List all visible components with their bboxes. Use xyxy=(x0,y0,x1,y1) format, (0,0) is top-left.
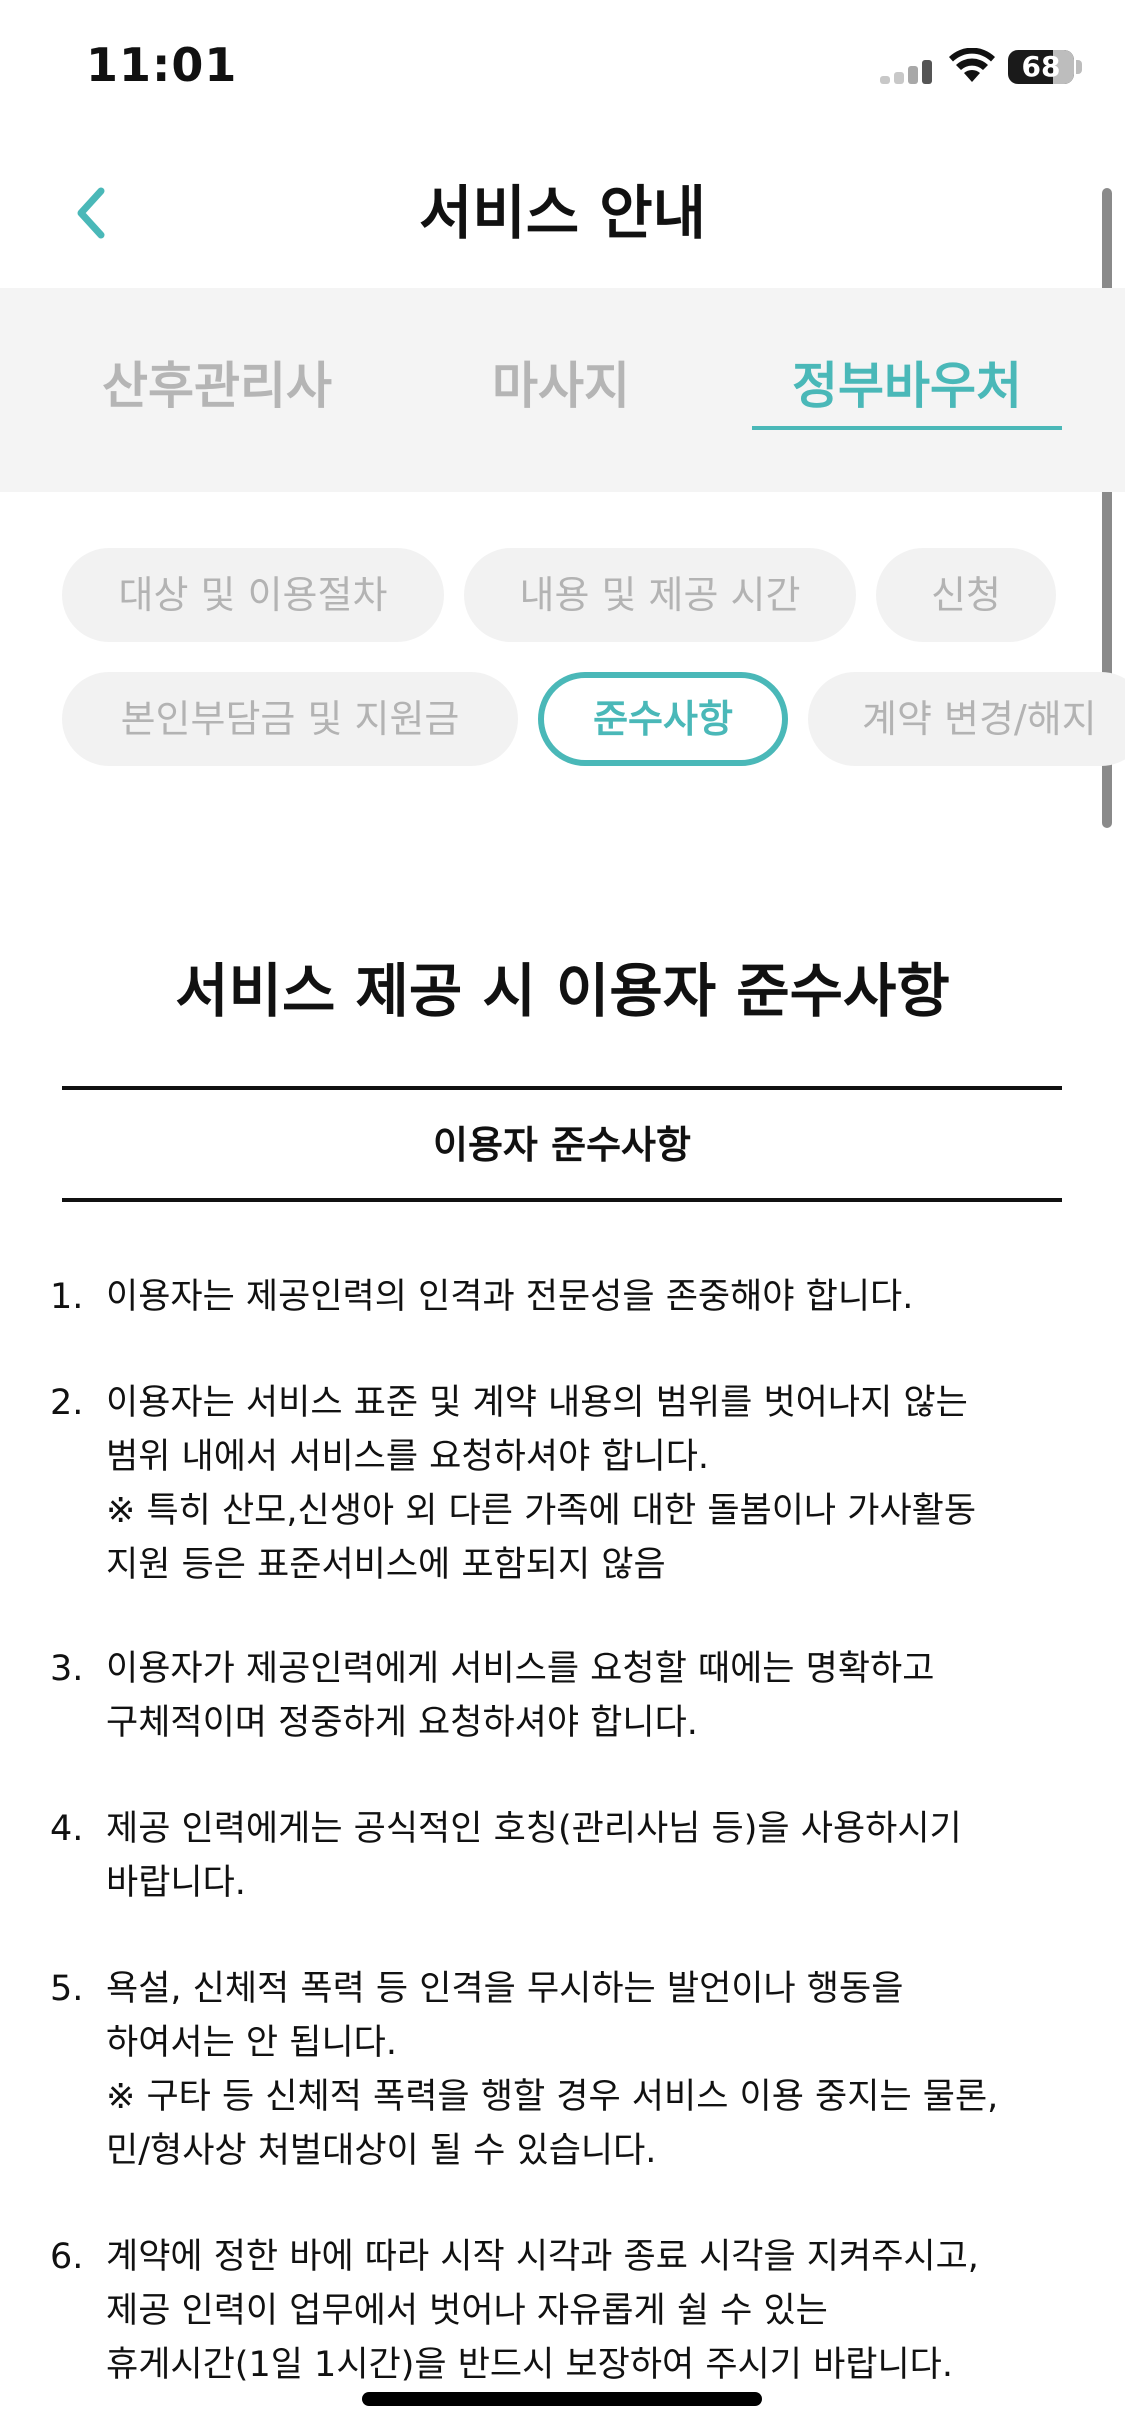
list-item-text: 이용자는 서비스 표준 및 계약 내용의 범위를 벗어나지 않는 범위 내에서 … xyxy=(106,1376,1066,1592)
back-button[interactable] xyxy=(46,168,136,258)
list-item-text: 이용자는 제공인력의 인격과 전문성을 존중해야 합니다. xyxy=(106,1270,1066,1324)
list-item-line: 구체적이며 정중하게 요청하셔야 합니다. xyxy=(106,1703,698,1743)
table-bottom-rule xyxy=(62,1198,1062,1202)
list-item-line: 욕설, 신체적 폭력 등 인격을 무시하는 발언이나 행동을 xyxy=(106,1969,904,2009)
list-item-number: 2. xyxy=(50,1383,84,1423)
chip-application[interactable]: 신청 xyxy=(876,548,1056,642)
list-item-line: 범위 내에서 서비스를 요청하셔야 합니다. xyxy=(106,1437,710,1477)
list-item-line: ※ 구타 등 신체적 폭력을 행할 경우 서비스 이용 중지는 물론, xyxy=(106,2077,999,2117)
tab-massage[interactable]: 마사지 xyxy=(406,346,716,436)
section-title: 서비스 제공 시 이용자 준수사항 xyxy=(175,957,950,1025)
list-item-line: 제공 인력이 업무에서 벗어나 자유롭게 쉴 수 있는 xyxy=(106,2291,828,2331)
page-title: 서비스 안내 xyxy=(419,179,706,247)
cellular-signal-icon xyxy=(880,56,934,84)
list-item-line: 민/형사상 처벌대상이 될 수 있습니다. xyxy=(106,2131,657,2171)
list-item-text: 이용자가 제공인력에게 서비스를 요청할 때에는 명확하고 구체적이며 정중하게… xyxy=(106,1642,1066,1750)
tab-government-voucher[interactable]: 정부바우처 xyxy=(752,346,1062,436)
home-indicator[interactable] xyxy=(362,2392,762,2406)
list-item-number: 1. xyxy=(50,1277,84,1317)
nav-header: 서비스 안내 xyxy=(0,140,1125,288)
table-header: 이용자 준수사항 xyxy=(433,1123,691,1167)
list-item-line: 제공 인력에게는 공식적인 호칭(관리사님 등)을 사용하시기 xyxy=(106,1809,962,1849)
battery-tip xyxy=(1076,60,1082,74)
list-item-number: 6. xyxy=(50,2237,84,2277)
status-time: 11:01 xyxy=(86,38,238,92)
chip-content-time[interactable]: 내용 및 제공 시간 xyxy=(464,548,856,642)
list-item-text: 욕설, 신체적 폭력 등 인격을 무시하는 발언이나 행동을 하여서는 안 됩니… xyxy=(106,1962,1066,2178)
list-item-line: 지원 등은 표준서비스에 포함되지 않음 xyxy=(106,1545,666,1585)
list-item-line: ※ 특히 산모,신생아 외 다른 가족에 대한 돌봄이나 가사활동 xyxy=(106,1491,977,1531)
list-item-line: 휴게시간(1일 1시간)을 반드시 보장하여 주시기 바랍니다. xyxy=(106,2345,954,2385)
chip-compliance[interactable]: 준수사항 xyxy=(538,672,788,766)
chip-contract-change[interactable]: 계약 변경/해지 xyxy=(808,672,1125,766)
battery-icon: 68 xyxy=(1008,50,1074,84)
chip-eligibility-procedure[interactable]: 대상 및 이용절차 xyxy=(62,548,444,642)
list-item-text: 제공 인력에게는 공식적인 호칭(관리사님 등)을 사용하시기 바랍니다. xyxy=(106,1802,1066,1910)
chevron-left-icon xyxy=(77,187,105,239)
chip-copayment-subsidy[interactable]: 본인부담금 및 지원금 xyxy=(62,672,518,766)
list-item-line: 계약에 정한 바에 따라 시작 시각과 종료 시각을 지켜주시고, xyxy=(106,2237,979,2277)
list-item-text: 계약에 정한 바에 따라 시작 시각과 종료 시각을 지켜주시고, 제공 인력이… xyxy=(106,2230,1066,2392)
sub-tabs: 대상 및 이용절차 내용 및 제공 시간 신청 본인부담금 및 지원금 준수사항… xyxy=(0,548,1125,768)
list-item-number: 4. xyxy=(50,1809,84,1849)
list-item-line: 바랍니다. xyxy=(106,1863,246,1903)
battery-level: 68 xyxy=(1021,50,1061,83)
list-item-line: 이용자는 제공인력의 인격과 전문성을 존중해야 합니다. xyxy=(106,1277,914,1317)
active-tab-underline xyxy=(752,426,1062,430)
list-item-line: 이용자가 제공인력에게 서비스를 요청할 때에는 명확하고 xyxy=(106,1649,935,1689)
list-item-line: 하여서는 안 됩니다. xyxy=(106,2023,397,2063)
main-tabs: 산후관리사 마사지 정부바우처 xyxy=(0,288,1125,492)
list-item-number: 5. xyxy=(50,1969,84,2009)
wifi-icon xyxy=(949,48,995,82)
status-bar: 11:01 68 xyxy=(0,0,1125,140)
list-item-number: 3. xyxy=(50,1649,84,1689)
tab-postpartum-caregiver[interactable]: 산후관리사 xyxy=(62,346,372,436)
list-item-line: 이용자는 서비스 표준 및 계약 내용의 범위를 벗어나지 않는 xyxy=(106,1383,968,1423)
